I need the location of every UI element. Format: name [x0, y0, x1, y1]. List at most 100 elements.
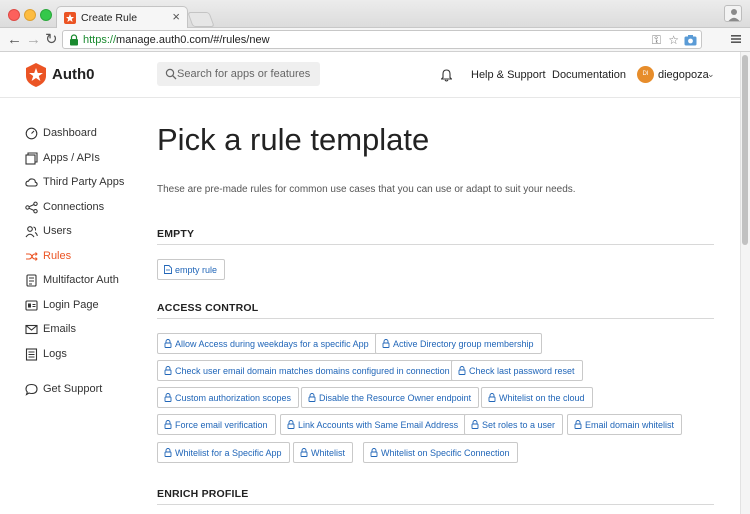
cloud-icon — [25, 177, 38, 187]
template-whitelist-specific-app[interactable]: Whitelist for a Specific App — [157, 442, 290, 463]
lock-icon — [164, 339, 172, 348]
sidebar-item-label: Login Page — [43, 299, 99, 311]
zoom-window-button[interactable] — [40, 9, 52, 21]
new-tab-button[interactable] — [187, 12, 215, 27]
lock-icon — [164, 448, 172, 457]
sidebar-item-users[interactable]: Users — [25, 223, 72, 239]
template-label: Whitelist on Specific Connection — [381, 447, 510, 458]
template-label: Whitelist for a Specific App — [175, 447, 282, 458]
sidebar-item-label: Rules — [43, 250, 72, 262]
forward-arrow-icon[interactable]: → — [26, 30, 41, 49]
template-force-email-verification[interactable]: Force email verification — [157, 414, 276, 435]
back-arrow-icon[interactable]: ← — [7, 30, 22, 49]
sidebar-item-multifactor-auth[interactable]: Multifactor Auth — [25, 272, 119, 288]
sidebar-item-get-support[interactable]: Get Support — [25, 381, 102, 397]
key-icon[interactable]: ⚿ — [652, 33, 661, 48]
template-check-email-domain[interactable]: Check user email domain matches domains … — [157, 360, 458, 381]
lock-icon — [471, 420, 479, 429]
search-box[interactable] — [157, 62, 320, 86]
sidebar-item-emails[interactable]: Emails — [25, 321, 76, 337]
notifications-bell-icon[interactable] — [441, 69, 452, 82]
template-disable-resource-owner[interactable]: Disable the Resource Owner endpoint — [301, 387, 480, 408]
template-check-last-password-reset[interactable]: Check last password reset — [451, 360, 583, 381]
sidebar-item-label: Users — [43, 225, 72, 237]
close-window-button[interactable] — [8, 9, 20, 21]
dashboard-icon — [25, 127, 38, 139]
avatar[interactable]: DI — [637, 66, 654, 83]
sidebar-item-logs[interactable]: Logs — [25, 346, 67, 362]
section-title-enrich-profile: ENRICH PROFILE — [157, 488, 249, 500]
template-empty-rule[interactable]: empty rule — [157, 259, 226, 280]
sidebar-item-apps-apis[interactable]: Apps / APIs — [25, 150, 100, 166]
lock-icon — [382, 339, 390, 348]
chevron-down-icon[interactable]: ⌄ — [707, 69, 715, 80]
sidebar-item-rules[interactable]: Rules — [25, 248, 71, 264]
sidebar-item-dashboard[interactable]: Dashboard — [25, 125, 97, 141]
scrollbar-thumb[interactable] — [742, 55, 748, 245]
template-label: Set roles to a user — [482, 419, 556, 430]
lock-icon — [458, 366, 466, 375]
template-whitelist-on-cloud[interactable]: Whitelist on the cloud — [481, 387, 593, 408]
browser-menu-icon[interactable] — [730, 33, 742, 45]
person-icon — [728, 9, 740, 21]
help-support-link[interactable]: Help & Support — [471, 69, 546, 81]
template-email-domain-whitelist[interactable]: Email domain whitelist — [567, 414, 683, 435]
sidebar-item-login-page[interactable]: Login Page — [25, 297, 99, 313]
tab-close-icon[interactable]: × — [172, 10, 180, 24]
lock-icon — [308, 393, 316, 402]
multifactor-icon — [26, 273, 37, 287]
search-input[interactable] — [177, 65, 317, 83]
lock-icon — [287, 420, 295, 429]
url-text: https://manage.auth0.com/#/rules/new — [83, 34, 270, 46]
profile-button[interactable] — [724, 5, 742, 22]
reload-icon[interactable]: ↻ — [45, 30, 58, 49]
sidebar-item-label: Third Party Apps — [43, 176, 125, 188]
auth0-favicon-icon — [64, 12, 76, 24]
sidebar-item-label: Connections — [43, 201, 105, 213]
template-whitelist[interactable]: Whitelist — [293, 442, 354, 463]
rules-icon — [26, 251, 38, 261]
users-icon — [25, 225, 38, 237]
file-icon — [164, 265, 172, 274]
template-custom-authorization-scopes[interactable]: Custom authorization scopes — [157, 387, 300, 408]
lock-icon — [164, 393, 172, 402]
template-label: Email domain whitelist — [585, 419, 675, 430]
lock-icon — [70, 34, 78, 46]
login-page-icon — [25, 299, 38, 311]
template-label: Custom authorization scopes — [175, 392, 292, 403]
sidebar-item-third-party-apps[interactable]: Third Party Apps — [25, 174, 124, 190]
template-label: Check last password reset — [469, 365, 575, 376]
template-label: Disable the Resource Owner endpoint — [319, 392, 472, 403]
logs-icon — [25, 347, 38, 361]
template-whitelist-specific-connection[interactable]: Whitelist on Specific Connection — [363, 442, 518, 463]
camera-icon[interactable] — [684, 34, 697, 46]
sidebar-item-label: Apps / APIs — [43, 152, 100, 164]
template-active-directory-group[interactable]: Active Directory group membership — [375, 333, 542, 354]
sidebar: Dashboard Apps / APIs Third Party Apps C… — [0, 98, 140, 508]
browser-tab[interactable]: Create Rule × — [56, 6, 188, 29]
template-link-accounts-same-email[interactable]: Link Accounts with Same Email Address — [280, 414, 467, 435]
template-label: Link Accounts with Same Email Address — [298, 419, 459, 430]
main-content: Pick a rule template These are pre-made … — [157, 98, 717, 510]
template-label: Force email verification — [175, 419, 268, 430]
address-bar[interactable]: https://manage.auth0.com/#/rules/new ⚿ ☆ — [62, 30, 702, 49]
auth0-logo-icon[interactable] — [25, 63, 47, 87]
minimize-window-button[interactable] — [24, 9, 36, 21]
lock-icon — [300, 448, 308, 457]
username[interactable]: diegopoza — [658, 69, 709, 81]
template-allow-access-weekdays[interactable]: Allow Access during weekdays for a speci… — [157, 333, 377, 354]
app-header: Auth0 Help & Support Documentation DI di… — [0, 52, 740, 98]
template-label: empty rule — [175, 264, 218, 275]
email-icon — [25, 324, 38, 334]
logo-text: Auth0 — [52, 66, 95, 83]
chat-icon — [25, 383, 38, 396]
section-title-empty: EMPTY — [157, 228, 195, 240]
url-scheme: https:// — [83, 34, 117, 46]
section-divider — [157, 318, 714, 319]
sidebar-item-connections[interactable]: Connections — [25, 199, 104, 215]
bookmark-star-icon[interactable]: ☆ — [668, 33, 679, 47]
documentation-link[interactable]: Documentation — [552, 69, 626, 81]
template-label: Whitelist on the cloud — [499, 392, 585, 403]
search-icon — [165, 68, 177, 80]
template-set-roles-to-user[interactable]: Set roles to a user — [464, 414, 564, 435]
